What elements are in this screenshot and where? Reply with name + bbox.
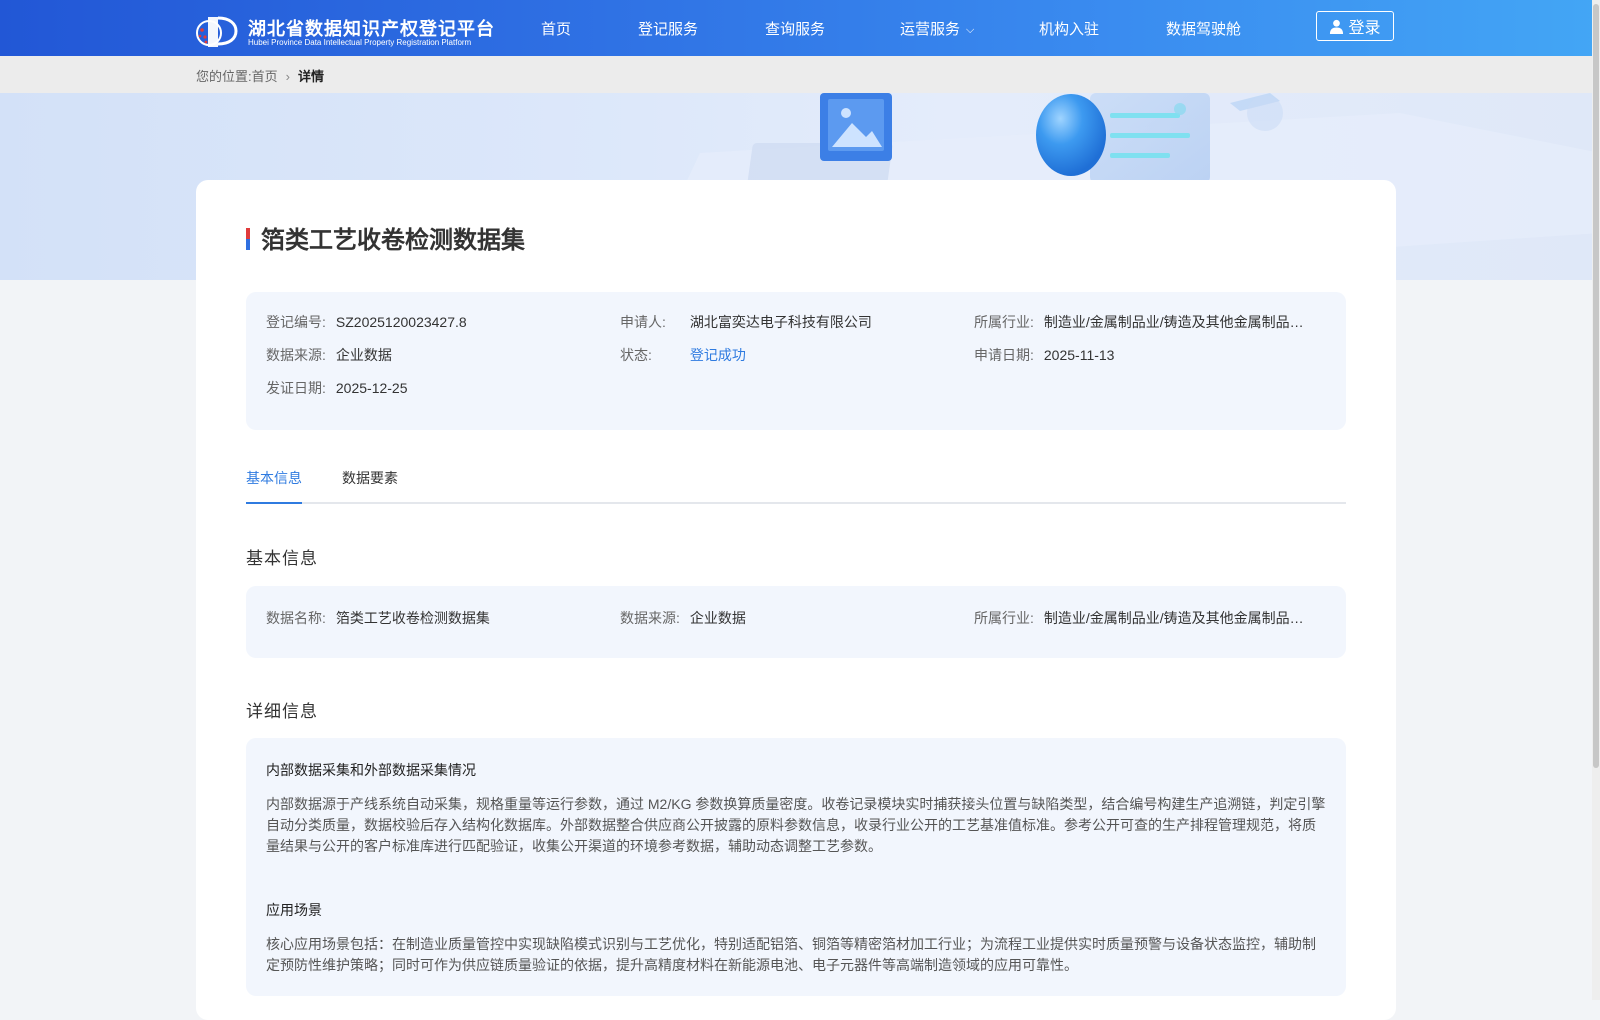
field-value: 箔类工艺收卷检测数据集 — [335, 610, 490, 626]
logo-emblem-icon — [196, 16, 238, 47]
chevron-right-icon: › — [285, 69, 290, 84]
login-button[interactable]: 登录 — [1316, 11, 1394, 41]
status-badge: 登记成功 — [689, 347, 746, 363]
user-icon — [1330, 19, 1344, 34]
field-value: 企业数据 — [335, 347, 392, 363]
field-label: 申请日期: — [974, 347, 1034, 363]
breadcrumb-prefix: 您的位置: — [196, 69, 252, 84]
detail-card: 箔类工艺收卷检测数据集 登记编号: SZ2025120023427.8 申请人: 湖… — [196, 180, 1396, 1020]
field-status: 状态: 登记成功 — [620, 345, 746, 365]
breadcrumb-current: 详情 — [297, 69, 324, 84]
field-source: 数据来源: 企业数据 — [266, 345, 392, 365]
nav-operation-service[interactable]: 运营服务 ⌵ — [900, 18, 974, 39]
subsection-title-scenarios: 应用场景 — [266, 902, 322, 918]
field-apply-date: 申请日期: 2025-11-13 — [974, 345, 1114, 365]
nav-registration-service[interactable]: 登记服务 — [638, 18, 698, 39]
detail-tabs: 基本信息 数据要素 — [246, 468, 1346, 504]
tab-basic-info[interactable]: 基本信息 — [246, 468, 302, 504]
field-value: 企业数据 — [689, 610, 746, 626]
field-value: 2025-11-13 — [1043, 347, 1115, 363]
nav-institution-join[interactable]: 机构入驻 — [1039, 18, 1099, 39]
nav-home[interactable]: 首页 — [541, 18, 571, 39]
collection-description: 内部数据源于产线系统自动采集，规格重量等运行参数，通过 M2/KG 参数换算质量… — [266, 796, 1326, 854]
field-value: 湖北富奕达电子科技有限公司 — [689, 314, 872, 330]
page-scrollbar[interactable] — [1592, 0, 1600, 1000]
breadcrumb-bar: 您的位置:首页 › 详情 — [0, 56, 1600, 93]
top-nav: 湖北省数据知识产权登记平台 Hubei Province Data Intell… — [0, 0, 1600, 56]
field-label: 发证日期: — [266, 380, 326, 396]
breadcrumb: 您的位置:首页 › 详情 — [196, 66, 324, 85]
summary-panel: 登记编号: SZ2025120023427.8 申请人: 湖北富奕达电子科技有限公司… — [246, 292, 1346, 430]
field-value: SZ2025120023427.8 — [335, 314, 467, 330]
field-label: 数据名称: — [266, 610, 326, 626]
breadcrumb-home[interactable]: 首页 — [252, 69, 278, 84]
field-data-source: 数据来源: 企业数据 — [620, 608, 746, 628]
nav-operation-service-label: 运营服务 — [900, 21, 961, 38]
page-title: 箔类工艺收卷检测数据集 — [261, 227, 525, 254]
tab-data-elements[interactable]: 数据要素 — [342, 468, 398, 502]
site-logo[interactable]: 湖北省数据知识产权登记平台 Hubei Province Data Intell… — [196, 12, 496, 48]
section-heading-basic: 基本信息 — [246, 549, 318, 568]
scrollbar-thumb[interactable] — [1593, 4, 1599, 768]
title-accent-mark — [246, 228, 251, 250]
basic-info-panel: 数据名称: 箔类工艺收卷检测数据集 数据来源: 企业数据 所属行业: 制造业/金属制品… — [246, 586, 1346, 658]
field-label: 数据来源: — [620, 610, 680, 626]
scenarios-description: 核心应用场景包括：在制造业质量管控中实现缺陷模式识别与工艺优化，特别适配铝箔、铜… — [266, 936, 1316, 973]
field-cert-date: 发证日期: 2025-12-25 — [266, 378, 408, 398]
field-label: 所属行业: — [974, 314, 1034, 330]
field-industry: 所属行业: 制造业/金属制品业/铸造及其他金属制品制造 — [974, 312, 1306, 332]
field-value: 制造业/金属制品业/铸造及其他金属制品制造 — [1043, 610, 1306, 626]
field-label: 所属行业: — [974, 610, 1034, 626]
field-label: 状态: — [620, 347, 652, 363]
chevron-down-icon: ⌵ — [966, 24, 975, 36]
subsection-title-collection: 内部数据采集和外部数据采集情况 — [266, 762, 476, 778]
field-data-name: 数据名称: 箔类工艺收卷检测数据集 — [266, 608, 490, 628]
field-reg-no: 登记编号: SZ2025120023427.8 — [266, 312, 467, 332]
field-data-industry: 所属行业: 制造业/金属制品业/铸造及其他金属制品制造 — [974, 608, 1306, 628]
login-label: 登录 — [1348, 20, 1381, 37]
nav-query-service[interactable]: 查询服务 — [765, 18, 825, 39]
field-value: 制造业/金属制品业/铸造及其他金属制品制造 — [1043, 314, 1306, 330]
field-label: 数据来源: — [266, 347, 326, 363]
field-label: 登记编号: — [266, 314, 326, 330]
field-label: 申请人: — [620, 314, 666, 330]
section-heading-detail: 详细信息 — [246, 702, 318, 721]
field-value: 2025-12-25 — [335, 380, 408, 396]
field-applicant: 申请人: 湖北富奕达电子科技有限公司 — [620, 312, 872, 332]
logo-subtitle: Hubei Province Data Intellectual Propert… — [248, 38, 472, 47]
detail-info-panel: 内部数据采集和外部数据采集情况 内部数据源于产线系统自动采集，规格重量等运行参数… — [246, 738, 1346, 996]
nav-data-cockpit[interactable]: 数据驾驶舱 — [1166, 18, 1241, 39]
